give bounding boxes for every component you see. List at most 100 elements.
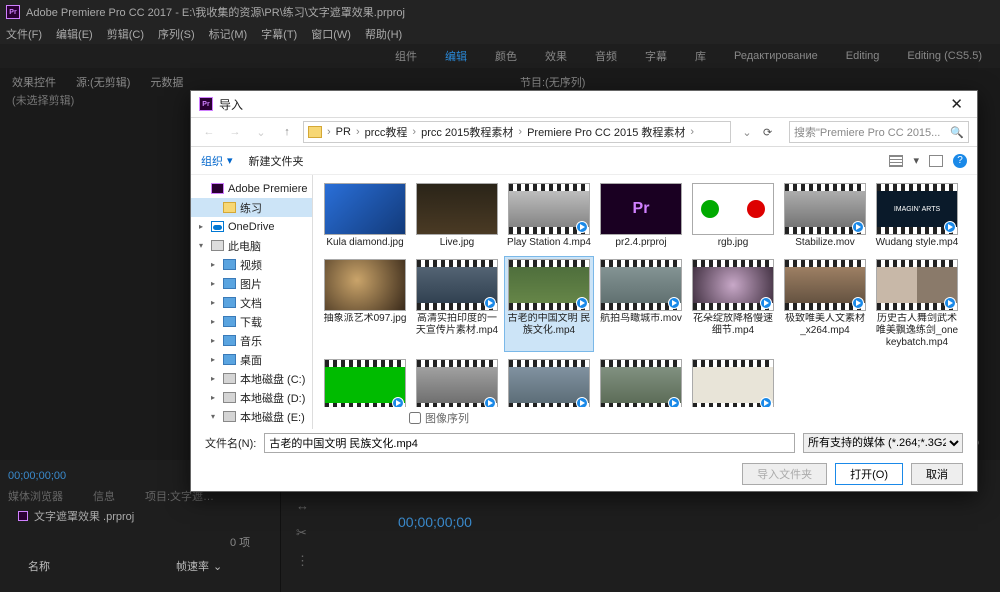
tree-item[interactable]: ▸本地磁盘 (C:) <box>191 369 312 388</box>
help-icon[interactable]: ? <box>953 154 967 168</box>
tree-item[interactable]: ▸桌面 <box>191 350 312 369</box>
panel-tab[interactable]: 媒体浏览器 <box>8 488 63 504</box>
breadcrumb-item[interactable]: Premiere Pro CC 2015 教程素材 <box>527 124 685 140</box>
tree-item[interactable]: Adobe Premiere <box>191 179 312 198</box>
file-item[interactable] <box>413 357 501 407</box>
file-name: 极致唯美人文素材_x264.mp4 <box>783 313 867 337</box>
pr-icon <box>211 183 224 194</box>
nav-up-button[interactable]: ↑ <box>277 122 297 142</box>
timeline-timecode: 00;00;00;00 <box>398 514 472 530</box>
breadcrumb[interactable]: ›PR›prcc教程›prcc 2015教程素材›Premiere Pro CC… <box>303 121 731 143</box>
column-name[interactable]: 名称 <box>28 558 50 574</box>
item-count: 0 项 <box>230 534 250 550</box>
premiere-icon <box>18 511 28 521</box>
workspace-tab[interactable]: 颜色 <box>495 48 517 64</box>
menu-item[interactable]: 字幕(T) <box>261 26 297 42</box>
tool-button[interactable]: ↔ <box>296 498 309 513</box>
workspace-tab[interactable]: 字幕 <box>645 48 667 64</box>
view-thumb-icon[interactable] <box>929 155 943 167</box>
drive-icon <box>223 411 236 422</box>
tree-item[interactable]: ▸下载 <box>191 312 312 331</box>
tree-item[interactable]: ▸视频 <box>191 255 312 274</box>
tree-item[interactable]: ▸文档 <box>191 293 312 312</box>
workspace-tab[interactable]: Редактирование <box>734 50 818 62</box>
tree-item[interactable]: ▸本地磁盘 (D:) <box>191 388 312 407</box>
menu-item[interactable]: 帮助(H) <box>365 26 402 42</box>
file-item[interactable] <box>689 357 777 407</box>
chevron-down-icon[interactable]: ▾ <box>913 154 919 167</box>
premiere-icon: Pr <box>199 97 213 111</box>
workspace-tab[interactable]: Editing (CS5.5) <box>907 50 982 62</box>
tree-item[interactable]: ▸音乐 <box>191 331 312 350</box>
menu-item[interactable]: 文件(F) <box>6 26 42 42</box>
view-list-icon[interactable] <box>889 155 903 167</box>
tree-item[interactable]: ▾此电脑 <box>191 236 312 255</box>
file-item[interactable]: 抽象派艺术097.jpg <box>321 257 409 351</box>
cancel-button[interactable]: 取消 <box>911 463 963 485</box>
file-item[interactable]: Stabilize.mov <box>781 181 869 251</box>
file-item[interactable]: Prpr2.4.prproj <box>597 181 685 251</box>
file-item[interactable]: Kula diamond.jpg <box>321 181 409 251</box>
organize-menu[interactable]: 组织▾ <box>201 153 233 169</box>
filter-select[interactable]: 所有支持的媒体 (*.264;*.3G2;* <box>803 433 963 453</box>
chevron-down-icon[interactable]: ⌄ <box>251 122 271 142</box>
nav-back-button[interactable]: ← <box>199 122 219 142</box>
file-item[interactable]: 高清实拍印度的一天宣传片素材.mp4 <box>413 257 501 351</box>
drive-icon <box>223 373 236 384</box>
breadcrumb-item[interactable]: prcc教程 <box>365 124 408 140</box>
panel-tab[interactable]: 元数据 <box>150 74 183 88</box>
refresh-button[interactable]: ⟳ <box>763 126 783 139</box>
tree-item[interactable]: ▸图片 <box>191 274 312 293</box>
fld-icon <box>223 202 236 213</box>
file-name: Play Station 4.mp4 <box>507 237 591 249</box>
search-input[interactable]: 搜索"Premiere Pro CC 2015... 🔍 <box>789 121 969 143</box>
panel-tab[interactable]: 源:(无剪辑) <box>76 74 130 88</box>
menu-item[interactable]: 序列(S) <box>158 26 195 42</box>
import-folder-button[interactable]: 导入文件夹 <box>742 463 827 485</box>
thumbnail <box>324 183 406 235</box>
file-item[interactable]: 历史古人舞剑武术唯美飘逸练剑_onekeybatch.mp4 <box>873 257 961 351</box>
file-item[interactable]: 花朵绽放降格慢速细节.mp4 <box>689 257 777 351</box>
tree-item[interactable]: ▾本地磁盘 (E:) <box>191 407 312 426</box>
file-item[interactable]: Live.jpg <box>413 181 501 251</box>
file-item[interactable]: 极致唯美人文素材_x264.mp4 <box>781 257 869 351</box>
breadcrumb-dropdown[interactable]: ⌄ <box>737 122 757 142</box>
file-item[interactable]: rgb.jpg <box>689 181 777 251</box>
workspace-tab[interactable]: 编辑 <box>445 48 467 64</box>
workspace-tab[interactable]: 音频 <box>595 48 617 64</box>
tree-item[interactable]: 练习 <box>191 198 312 217</box>
tree-item[interactable]: ▸OneDrive <box>191 217 312 236</box>
menu-item[interactable]: 编辑(E) <box>56 26 93 42</box>
menu-item[interactable]: 窗口(W) <box>311 26 351 42</box>
image-sequence-checkbox[interactable] <box>409 412 421 424</box>
panel-tab[interactable]: 效果控件 <box>12 74 56 88</box>
new-folder-button[interactable]: 新建文件夹 <box>249 153 304 169</box>
file-name: Kula diamond.jpg <box>323 237 407 249</box>
file-item[interactable]: 航拍鸟瞰城市.mov <box>597 257 685 351</box>
panel-tab[interactable]: 信息 <box>93 488 115 504</box>
open-button[interactable]: 打开(O) <box>835 463 903 485</box>
play-badge-icon <box>852 221 864 233</box>
file-item[interactable] <box>321 357 409 407</box>
tool-button[interactable]: ⋮ <box>296 553 309 569</box>
file-item[interactable] <box>597 357 685 407</box>
project-chip[interactable]: 文字遮罩效果 .prproj <box>18 508 134 524</box>
workspace-tab[interactable]: 组件 <box>395 48 417 64</box>
workspace-tab[interactable]: Editing <box>846 50 880 62</box>
workspace-tab[interactable]: 效果 <box>545 48 567 64</box>
file-item[interactable]: Play Station 4.mp4 <box>505 181 593 251</box>
file-item[interactable]: 古老的中国文明 民族文化.mp4 <box>505 257 593 351</box>
nav-forward-button[interactable]: → <box>225 122 245 142</box>
menu-item[interactable]: 剪辑(C) <box>107 26 144 42</box>
menu-item[interactable]: 标记(M) <box>209 26 248 42</box>
breadcrumb-item[interactable]: PR <box>336 126 351 138</box>
filename-input[interactable] <box>264 433 795 453</box>
file-item[interactable] <box>505 357 593 407</box>
workspace-tab[interactable]: 库 <box>695 48 706 64</box>
breadcrumb-item[interactable]: prcc 2015教程素材 <box>421 124 513 140</box>
close-button[interactable]: ✕ <box>944 95 969 113</box>
tool-button[interactable]: ✂ <box>296 525 309 541</box>
column-fps[interactable]: 帧速率⌄ <box>176 558 222 574</box>
file-item[interactable]: IMAGIN' ARTSWudang style.mp4 <box>873 181 961 251</box>
thumbnail <box>324 259 406 311</box>
